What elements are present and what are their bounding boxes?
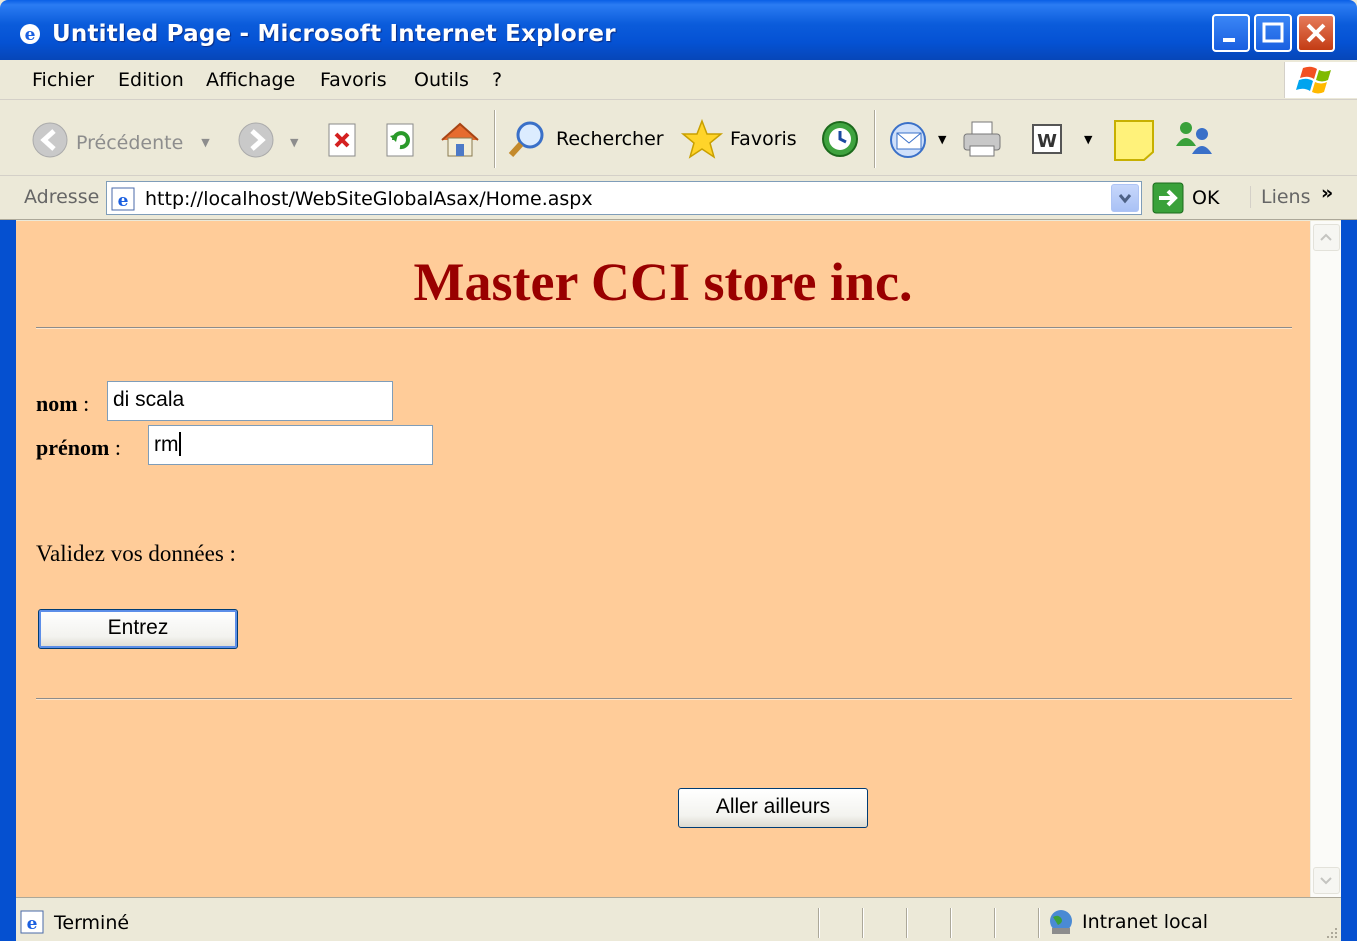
text-caret bbox=[178, 432, 181, 456]
print-icon bbox=[963, 121, 1001, 157]
mail-dropdown-icon[interactable]: ▼ bbox=[938, 133, 946, 146]
vertical-scrollbar[interactable] bbox=[1310, 221, 1341, 897]
print-button[interactable] bbox=[960, 118, 1004, 160]
discuss-button[interactable] bbox=[1112, 118, 1156, 162]
address-bar: Adresse e http://localhost/WebSiteGlobal… bbox=[0, 176, 1357, 220]
home-button[interactable] bbox=[438, 118, 482, 160]
links-toolbar-label[interactable]: Liens bbox=[1250, 186, 1311, 208]
toolbar-separator bbox=[874, 110, 876, 168]
status-divider bbox=[906, 908, 908, 938]
status-text: Terminé bbox=[54, 912, 130, 934]
status-divider bbox=[818, 908, 820, 938]
messenger-icon bbox=[1176, 122, 1212, 154]
horizontal-rule bbox=[36, 698, 1292, 700]
maximize-button[interactable] bbox=[1254, 14, 1292, 52]
edit-word-button[interactable]: W ▼ bbox=[1030, 122, 1092, 156]
back-label: Précédente bbox=[76, 131, 184, 154]
messenger-button[interactable] bbox=[1172, 118, 1216, 160]
home-icon bbox=[441, 122, 479, 157]
menu-bar: Fichier Edition Affichage Favoris Outils… bbox=[0, 60, 1357, 100]
svg-text:e: e bbox=[27, 914, 38, 934]
status-page-icon: e bbox=[20, 910, 44, 939]
close-button[interactable] bbox=[1297, 14, 1335, 52]
svg-text:e: e bbox=[25, 25, 36, 45]
scroll-down-button[interactable] bbox=[1313, 867, 1340, 894]
forward-button[interactable]: ▼ bbox=[236, 120, 298, 165]
note-icon bbox=[1114, 120, 1154, 161]
forward-arrow-icon bbox=[236, 120, 276, 165]
resize-grip-icon[interactable] bbox=[1323, 923, 1339, 939]
favorites-button[interactable]: Favoris bbox=[680, 118, 797, 160]
address-label: Adresse bbox=[24, 186, 100, 208]
nom-input-value: di scala bbox=[113, 388, 185, 411]
go-arrow-icon bbox=[1152, 182, 1184, 214]
address-input[interactable]: e http://localhost/WebSiteGlobalAsax/Hom… bbox=[106, 181, 1142, 215]
search-button[interactable]: Rechercher bbox=[506, 118, 664, 160]
security-zone-label: Intranet local bbox=[1082, 911, 1209, 933]
stop-button[interactable] bbox=[326, 122, 360, 158]
back-button[interactable]: Précédente ▼ bbox=[30, 120, 210, 165]
search-icon bbox=[508, 121, 544, 158]
links-chevron-icon[interactable]: » bbox=[1321, 182, 1333, 204]
svg-text:e: e bbox=[118, 191, 129, 211]
search-label: Rechercher bbox=[556, 128, 664, 150]
status-divider bbox=[994, 908, 996, 938]
status-divider bbox=[862, 908, 864, 938]
page-icon: e bbox=[111, 187, 135, 216]
mail-icon bbox=[890, 122, 926, 158]
back-dropdown-icon[interactable]: ▼ bbox=[201, 136, 209, 149]
menu-fichier[interactable]: Fichier bbox=[32, 69, 94, 91]
mail-button[interactable]: ▼ bbox=[888, 118, 946, 160]
history-icon bbox=[822, 121, 858, 157]
ie-app-icon: e bbox=[18, 22, 42, 46]
security-zone: Intranet local bbox=[1046, 908, 1208, 936]
page-heading: Master CCI store inc. bbox=[413, 252, 913, 312]
entrez-button[interactable]: Entrez bbox=[38, 609, 238, 649]
nom-label: nom : bbox=[36, 391, 90, 416]
horizontal-rule bbox=[36, 327, 1292, 329]
history-button[interactable] bbox=[818, 118, 862, 160]
refresh-icon bbox=[386, 123, 414, 157]
menu-help[interactable]: ? bbox=[492, 69, 502, 91]
address-url: http://localhost/WebSiteGlobalAsax/Home.… bbox=[145, 188, 593, 210]
go-label: OK bbox=[1192, 187, 1220, 209]
refresh-button[interactable] bbox=[384, 122, 418, 158]
minimize-button[interactable] bbox=[1212, 14, 1250, 52]
title-bar: e Untitled Page - Microsoft Internet Exp… bbox=[0, 0, 1357, 60]
validate-text: Validez vos données : bbox=[36, 541, 236, 566]
forward-dropdown-icon[interactable]: ▼ bbox=[290, 136, 298, 149]
windows-logo-icon bbox=[1284, 62, 1357, 98]
window-title: Untitled Page - Microsoft Internet Explo… bbox=[52, 21, 616, 47]
word-edit-icon: W bbox=[1032, 124, 1062, 154]
nom-input[interactable]: di scala bbox=[107, 381, 393, 421]
go-button[interactable]: OK bbox=[1152, 182, 1219, 214]
stop-icon bbox=[328, 123, 356, 157]
menu-affichage[interactable]: Affichage bbox=[206, 69, 295, 91]
toolbar-separator bbox=[494, 110, 496, 168]
status-divider bbox=[1038, 908, 1040, 938]
globe-icon bbox=[1050, 910, 1072, 934]
prenom-input[interactable]: rm bbox=[148, 425, 433, 465]
page-content: Master CCI store inc. nom : di scala pré… bbox=[16, 221, 1310, 897]
address-dropdown-button[interactable] bbox=[1111, 184, 1139, 212]
status-bar: e Terminé Intranet local bbox=[16, 897, 1341, 941]
menu-edition[interactable]: Edition bbox=[118, 69, 184, 91]
prenom-input-value: rm bbox=[154, 433, 179, 456]
menu-outils[interactable]: Outils bbox=[414, 69, 469, 91]
edit-dropdown-icon[interactable]: ▼ bbox=[1084, 133, 1092, 146]
status-divider bbox=[950, 908, 952, 938]
prenom-label: prénom : bbox=[36, 435, 121, 460]
back-arrow-icon bbox=[30, 120, 70, 165]
favorites-label: Favoris bbox=[730, 128, 797, 150]
menu-favoris[interactable]: Favoris bbox=[320, 69, 387, 91]
svg-text:W: W bbox=[1037, 131, 1057, 152]
toolbar: Précédente ▼ ▼ Rechercher Favoris ▼ W ▼ bbox=[0, 100, 1357, 176]
favorites-star-icon bbox=[680, 118, 724, 159]
scroll-up-button[interactable] bbox=[1313, 224, 1340, 251]
aller-ailleurs-button[interactable]: Aller ailleurs bbox=[678, 788, 868, 828]
